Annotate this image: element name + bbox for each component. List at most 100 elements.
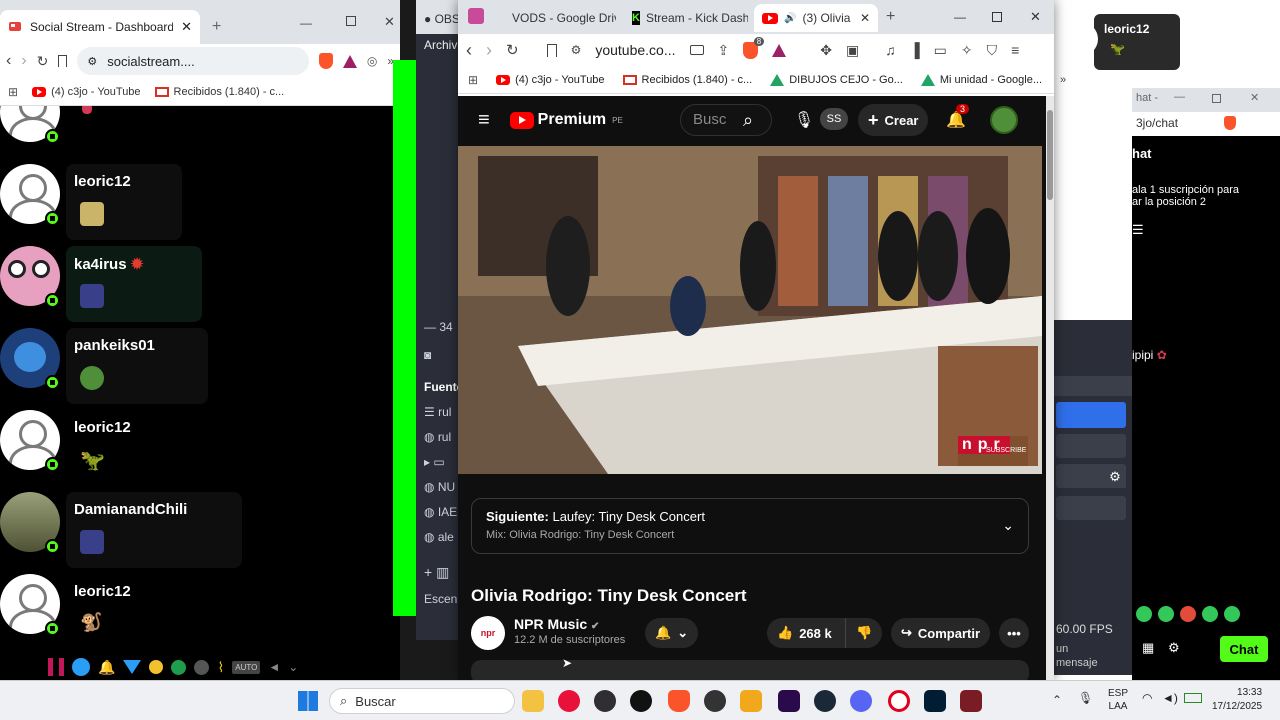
- share-button[interactable]: ↪ Compartir: [891, 618, 991, 648]
- apps-icon[interactable]: ⊞: [468, 73, 478, 87]
- media-player-icon[interactable]: [558, 690, 580, 712]
- photoshop-icon[interactable]: [924, 690, 946, 712]
- battery-icon[interactable]: [1184, 693, 1202, 703]
- search-icon[interactable]: ⌕: [734, 110, 762, 130]
- description-box[interactable]: [471, 660, 1029, 680]
- bookmark-dibujos[interactable]: DIBUJOS CEJO - Go...: [770, 73, 903, 86]
- pause-icon[interactable]: [48, 658, 64, 676]
- forward-icon[interactable]: ›: [21, 52, 26, 70]
- video-player[interactable]: npr SUBSCRIBE: [458, 146, 1042, 474]
- star-icon[interactable]: [194, 659, 210, 675]
- settings-icon[interactable]: ⚙: [1168, 640, 1180, 656]
- minimize-icon[interactable]: —: [954, 10, 966, 24]
- mute-icon[interactable]: ◄: [268, 660, 280, 674]
- chat-input-placeholder[interactable]: un mensaje: [1056, 642, 1100, 670]
- back-icon[interactable]: ‹: [6, 52, 11, 70]
- tab-kick-dashboard[interactable]: K Stream - Kick Dashb: [624, 4, 748, 32]
- obs-menu-file[interactable]: Archivo: [424, 38, 460, 52]
- tab-social-stream[interactable]: Social Stream - Dashboard ✕: [0, 10, 200, 44]
- windows-start-icon[interactable]: [298, 691, 318, 711]
- like-button[interactable]: 👍 268 k: [767, 618, 846, 648]
- cast-icon[interactable]: [689, 45, 704, 55]
- emoji-icon[interactable]: [149, 660, 164, 674]
- steam-icon[interactable]: [814, 690, 836, 712]
- page-scrollbar[interactable]: [1046, 96, 1054, 680]
- forward-icon[interactable]: ›: [486, 40, 492, 61]
- maximize-icon[interactable]: [346, 16, 356, 26]
- brave-shield-icon[interactable]: [1224, 116, 1236, 130]
- reload-icon[interactable]: ↻: [506, 41, 519, 59]
- minimize-icon[interactable]: —: [300, 16, 312, 30]
- obs-source-item[interactable]: ◍ IAE: [424, 505, 457, 519]
- music-icon[interactable]: ♫: [885, 42, 896, 58]
- chat-send-button[interactable]: Chat: [1220, 636, 1268, 662]
- more-actions-button[interactable]: •••: [999, 618, 1029, 648]
- avatar[interactable]: [990, 106, 1018, 134]
- site-info-icon[interactable]: ⚙: [571, 43, 582, 57]
- share-icon[interactable]: ⇪: [718, 42, 730, 59]
- chat-message-list[interactable]: leoric12 ka4irus ✹ pankeiks01 leoric12 🦖…: [0, 106, 393, 654]
- leo-icon[interactable]: ✧: [961, 42, 973, 59]
- premiere-icon[interactable]: [778, 690, 800, 712]
- gear-icon[interactable]: ⚙: [1104, 466, 1126, 488]
- filter-icon[interactable]: [123, 660, 142, 674]
- discord-icon[interactable]: [850, 690, 872, 712]
- bookmark-gmail[interactable]: Recibidos (1.840) - c...: [622, 74, 752, 86]
- store-icon[interactable]: ▦: [1142, 640, 1154, 656]
- menu-icon[interactable]: ≡: [1011, 42, 1019, 58]
- channel-name[interactable]: NPR Music ✔: [514, 616, 599, 632]
- menu-icon[interactable]: ☰: [1132, 222, 1144, 238]
- close-window-icon[interactable]: ✕: [384, 14, 395, 30]
- maximize-icon[interactable]: [992, 12, 1002, 22]
- tab-icon[interactable]: ▣: [846, 42, 859, 59]
- next-up-card[interactable]: Siguiente: Laufey: Tiny Desk Concert Mix…: [471, 498, 1029, 554]
- capcut-icon[interactable]: [630, 690, 652, 712]
- new-tab-icon[interactable]: +: [212, 18, 221, 36]
- wifi-icon[interactable]: ◠: [1142, 691, 1152, 705]
- close-icon[interactable]: ✕: [860, 11, 870, 25]
- site-info-icon[interactable]: ⚙: [87, 55, 97, 68]
- channel-avatar[interactable]: npr: [471, 616, 505, 650]
- camera-icon[interactable]: ◙: [424, 348, 431, 362]
- obs-source-item[interactable]: ◍ ale: [424, 530, 454, 544]
- subscription-bell-button[interactable]: 🔔 ⌄: [645, 618, 699, 648]
- minimize-icon[interactable]: —: [1174, 91, 1185, 103]
- 4k-downloader-icon[interactable]: [704, 690, 726, 712]
- tab-search-icon[interactable]: [468, 8, 484, 24]
- close-icon[interactable]: ✕: [1250, 91, 1259, 104]
- broom-icon[interactable]: ⌇: [217, 659, 224, 676]
- more-bookmarks-icon[interactable]: »: [1060, 74, 1066, 86]
- tray-overflow-icon[interactable]: ⌃: [1052, 693, 1062, 707]
- vpn-icon[interactable]: [740, 690, 762, 712]
- bookmark-mi-unidad[interactable]: Mi unidad - Google...: [920, 73, 1042, 86]
- obs-control-button[interactable]: [1056, 434, 1126, 458]
- clock[interactable]: 13:33 17/12/2025: [1212, 686, 1262, 714]
- obs-start-stream-button[interactable]: [1056, 402, 1126, 428]
- close-window-icon[interactable]: ✕: [1030, 9, 1041, 25]
- rewards-icon[interactable]: [772, 43, 787, 57]
- voice-badge[interactable]: SS: [820, 108, 848, 130]
- audio-icon[interactable]: 🔊: [784, 13, 796, 24]
- xbox-icon[interactable]: [171, 659, 187, 675]
- opera-icon[interactable]: [888, 690, 910, 712]
- microphone-icon[interactable]: 🎙: [794, 108, 814, 132]
- new-tab-icon[interactable]: +: [886, 8, 895, 26]
- extension-icon[interactable]: ◎: [367, 54, 377, 68]
- bookmark-gmail[interactable]: Recibidos (1.840) - c...: [154, 86, 284, 98]
- brave-icon[interactable]: [668, 690, 690, 712]
- obs-control-button[interactable]: [1056, 496, 1126, 520]
- bookmark-youtube[interactable]: (4) c3jo - YouTube: [496, 74, 605, 86]
- reload-icon[interactable]: ↻: [37, 53, 49, 70]
- maximize-icon[interactable]: [1212, 94, 1221, 103]
- bookmark-icon[interactable]: [58, 55, 68, 67]
- chevron-down-icon[interactable]: ⌄: [1002, 517, 1014, 534]
- file-explorer-icon[interactable]: [522, 690, 544, 712]
- add-icon[interactable]: + ▥: [424, 564, 449, 581]
- rewards-icon[interactable]: [342, 54, 357, 68]
- obs-source-item[interactable]: ☰ rul: [424, 405, 451, 419]
- obs-source-item[interactable]: ◍ rul: [424, 430, 451, 444]
- microphone-icon[interactable]: 🎙: [1078, 691, 1093, 705]
- bookmark-youtube[interactable]: (4) c3jo - YouTube: [32, 86, 141, 98]
- obs-source-item[interactable]: ◍ NU: [424, 480, 455, 494]
- language-indicator[interactable]: ESP LAA: [1108, 687, 1128, 713]
